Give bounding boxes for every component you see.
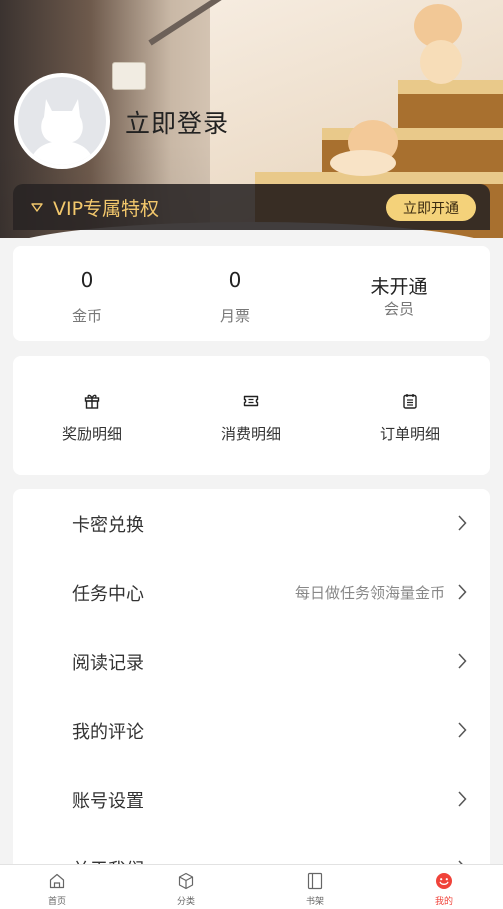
login-link[interactable]: 立即登录 [125, 104, 229, 140]
task-center-hint: 每日做任务领海量金币 [294, 584, 445, 602]
chevron-right-icon [458, 515, 467, 531]
category-icon [178, 872, 194, 890]
menu-item-label: 任务中心 [72, 583, 144, 605]
kitten-image [330, 150, 396, 176]
tab-home[interactable]: 首页 [27, 865, 87, 909]
kitten-image [420, 40, 462, 84]
chevron-right-icon [458, 791, 467, 807]
order-details-label: 订单明细 [379, 425, 440, 443]
gold-coin-value: 0 [80, 268, 94, 292]
vip-open-button[interactable]: 立即开通 [386, 194, 476, 221]
default-avatar-icon [30, 99, 94, 165]
menu-item-card-redeem[interactable]: 卡密兑换 [13, 489, 490, 558]
vip-privilege-label: VIP专属特权 [53, 197, 160, 220]
membership-status-value: 未开通 [370, 276, 428, 298]
monthly-ticket-label: 月票 [219, 307, 250, 325]
menu-item-my-comments[interactable]: 我的评论 [13, 696, 490, 765]
menu-item-label: 账号设置 [72, 790, 144, 812]
order-list-icon [403, 394, 417, 409]
reward-details-label: 奖励明细 [61, 425, 122, 443]
consumption-details-label: 消费明细 [220, 425, 281, 443]
monthly-ticket-stat[interactable]: 0 月票 [175, 246, 295, 341]
home-icon [49, 873, 65, 889]
chevron-right-icon [458, 653, 467, 669]
ticket-icon [243, 395, 259, 407]
account-stats-card: 0 金币 0 月票 未开通 会员 [13, 246, 490, 341]
user-avatar[interactable] [14, 73, 110, 169]
menu-item-label: 阅读记录 [72, 652, 144, 674]
order-details-shortcut[interactable]: 订单明细 [340, 356, 480, 475]
bottom-tab-bar: 首页 分类 书架 我的 [0, 864, 503, 909]
banner-light-switch [112, 62, 146, 90]
settings-menu-list: 卡密兑换 任务中心 每日做任务领海量金币 阅读记录 我的评论 账号设置 关于我们 [13, 489, 490, 889]
gift-icon [84, 394, 100, 409]
tab-bookshelf[interactable]: 书架 [285, 865, 345, 909]
membership-label: 会员 [383, 300, 414, 318]
gold-coin-label: 金币 [71, 307, 102, 325]
menu-item-task-center[interactable]: 任务中心 每日做任务领海量金币 [13, 558, 490, 627]
monthly-ticket-value: 0 [228, 268, 242, 292]
menu-item-label: 卡密兑换 [72, 514, 144, 536]
tab-category[interactable]: 分类 [156, 865, 216, 909]
tab-home-label: 首页 [47, 897, 66, 907]
tab-mine-label: 我的 [434, 897, 453, 907]
menu-item-account-settings[interactable]: 账号设置 [13, 765, 490, 834]
membership-stat[interactable]: 未开通 会员 [339, 246, 459, 341]
stair-step [398, 94, 503, 128]
gold-coin-stat[interactable]: 0 金币 [27, 246, 147, 341]
consumption-details-shortcut[interactable]: 消费明细 [181, 356, 321, 475]
bookshelf-icon [307, 872, 323, 890]
records-shortcuts-card: 奖励明细 消费明细 订单明细 [13, 356, 490, 475]
tab-mine[interactable]: 我的 [414, 865, 474, 909]
profile-header-banner: 立即登录 VIP专属特权 立即开通 [0, 0, 503, 238]
reward-details-shortcut[interactable]: 奖励明细 [22, 356, 162, 475]
smile-icon [436, 873, 452, 889]
stair-step [398, 80, 503, 94]
vip-privilege-bar[interactable]: VIP专属特权 立即开通 [13, 184, 490, 230]
tab-bookshelf-label: 书架 [305, 897, 324, 907]
vip-diamond-icon [31, 203, 43, 212]
tab-category-label: 分类 [176, 897, 195, 907]
menu-item-label: 我的评论 [72, 721, 144, 743]
menu-item-reading-history[interactable]: 阅读记录 [13, 627, 490, 696]
chevron-right-icon [458, 584, 467, 600]
chevron-right-icon [458, 722, 467, 738]
